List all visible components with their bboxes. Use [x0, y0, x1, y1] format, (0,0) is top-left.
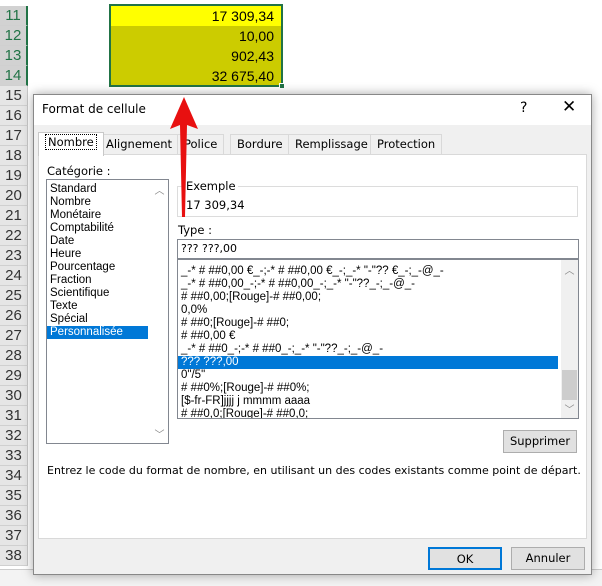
scroll-thumb[interactable] — [562, 370, 577, 400]
description-text: Entrez le code du format de nombre, en u… — [47, 464, 581, 477]
category-item[interactable]: Fraction — [47, 274, 148, 287]
row-header[interactable]: 28 — [0, 346, 28, 366]
row-header[interactable]: 13 — [0, 46, 28, 66]
format-item[interactable]: # ##0,00 € — [178, 330, 558, 343]
format-item[interactable]: # ##0;[Rouge]-# ##0; — [178, 317, 558, 330]
row-header[interactable]: 19 — [0, 166, 28, 186]
format-item[interactable]: 0"/5" — [178, 369, 558, 382]
row-header[interactable]: 23 — [0, 246, 28, 266]
ok-button[interactable]: OK — [428, 547, 502, 570]
category-item[interactable]: Standard — [47, 183, 148, 196]
format-item[interactable]: ??? ???,00 — [178, 356, 558, 369]
format-item[interactable]: # ##0%;[Rouge]-# ##0%; — [178, 382, 558, 395]
row-header[interactable]: 31 — [0, 406, 28, 426]
dialog-titlebar: Format de cellule ? ✕ — [34, 95, 591, 125]
delete-button[interactable]: Supprimer — [503, 430, 577, 453]
row-header[interactable]: 32 — [0, 426, 28, 446]
format-cells-dialog: Format de cellule ? ✕ Nombre Alignement … — [33, 94, 592, 575]
type-input[interactable]: ??? ???,00 — [177, 239, 579, 259]
row-header[interactable]: 21 — [0, 206, 28, 226]
help-button[interactable]: ? — [520, 100, 527, 116]
row-header[interactable]: 18 — [0, 146, 28, 166]
row-header[interactable]: 14 — [0, 66, 28, 86]
row-header[interactable]: 12 — [0, 26, 28, 46]
format-item[interactable]: # ##0,00;[Rouge]-# ##0,00; — [178, 291, 558, 304]
row-header[interactable]: 16 — [0, 106, 28, 126]
format-list[interactable]: _-* # ##0,00 €_-;-* # ##0,00 €_-;_-* "-"… — [177, 259, 579, 419]
tab-remplissage[interactable]: Remplissage — [288, 134, 375, 155]
row-header[interactable]: 37 — [0, 526, 28, 546]
category-item[interactable]: Pourcentage — [47, 261, 148, 274]
category-item[interactable]: Date — [47, 235, 148, 248]
category-item[interactable]: Heure — [47, 248, 148, 261]
category-item[interactable]: Spécial — [47, 313, 148, 326]
format-item[interactable]: _-* # ##0_-;-* # ##0_-;_-* "-"??_-;_-@_- — [178, 343, 558, 356]
tab-bordure[interactable]: Bordure — [230, 134, 290, 155]
dialog-title: Format de cellule — [42, 102, 146, 116]
type-label: Type : — [178, 223, 212, 237]
row-header[interactable]: 25 — [0, 286, 28, 306]
row-header[interactable]: 20 — [0, 186, 28, 206]
row-header[interactable]: 36 — [0, 506, 28, 526]
category-item[interactable]: Monétaire — [47, 209, 148, 222]
scroll-down-icon[interactable]: ﹀ — [151, 426, 168, 441]
category-item[interactable]: Texte — [47, 300, 148, 313]
close-button[interactable]: ✕ — [562, 97, 576, 117]
format-item[interactable]: 0,0% — [178, 304, 558, 317]
row-header[interactable]: 27 — [0, 326, 28, 346]
fill-handle[interactable] — [279, 83, 285, 89]
format-scrollbar[interactable]: ︿ ﹀ — [561, 260, 578, 418]
category-item[interactable]: Personnalisée — [47, 326, 148, 339]
scroll-up-icon[interactable]: ︿ — [561, 262, 578, 277]
row-header[interactable]: 11 — [0, 6, 28, 26]
category-item[interactable]: Nombre — [47, 196, 148, 209]
category-item[interactable]: Comptabilité — [47, 222, 148, 235]
category-item[interactable]: Scientifique — [47, 287, 148, 300]
row-header[interactable]: 30 — [0, 386, 28, 406]
row-header[interactable]: 15 — [0, 86, 28, 106]
format-item[interactable]: # ##0,0;[Rouge]-# ##0,0; — [178, 408, 558, 418]
red-arrow-up-icon — [170, 97, 198, 217]
row-header[interactable]: 22 — [0, 226, 28, 246]
example-group: Exemple 17 309,34 — [177, 179, 578, 217]
tab-protection[interactable]: Protection — [370, 134, 443, 155]
row-header[interactable]: 35 — [0, 486, 28, 506]
row-header[interactable]: 24 — [0, 266, 28, 286]
format-item[interactable]: _-* # ##0,00 €_-;-* # ##0,00 €_-;_-* "-"… — [178, 265, 558, 278]
tab-alignement[interactable]: Alignement — [99, 134, 179, 155]
category-scrollbar[interactable]: ︿ ﹀ — [151, 180, 168, 443]
row-header[interactable]: 17 — [0, 126, 28, 146]
tab-label: Nombre — [45, 134, 97, 150]
row-header[interactable]: 26 — [0, 306, 28, 326]
scroll-up-icon[interactable]: ︿ — [151, 182, 168, 197]
row-header[interactable]: 34 — [0, 466, 28, 486]
format-item[interactable]: _-* # ##0,00_-;-* # ##0,00_-;_-* "-"??_-… — [178, 278, 558, 291]
row-header[interactable]: 33 — [0, 446, 28, 466]
cancel-button[interactable]: Annuler — [511, 547, 585, 570]
scroll-down-icon[interactable]: ﹀ — [561, 401, 578, 416]
category-list[interactable]: Standard Nombre Monétaire Comptabilité Date H… — [46, 179, 169, 444]
category-label: Catégorie : — [47, 164, 111, 178]
format-item[interactable]: [$-fr-FR]jjjj j mmmm aaaa — [178, 395, 558, 408]
tab-nombre[interactable]: Nombre — [38, 132, 104, 156]
row-header[interactable]: 38 — [0, 546, 28, 566]
row-header[interactable]: 29 — [0, 366, 28, 386]
selection-border — [109, 4, 283, 87]
